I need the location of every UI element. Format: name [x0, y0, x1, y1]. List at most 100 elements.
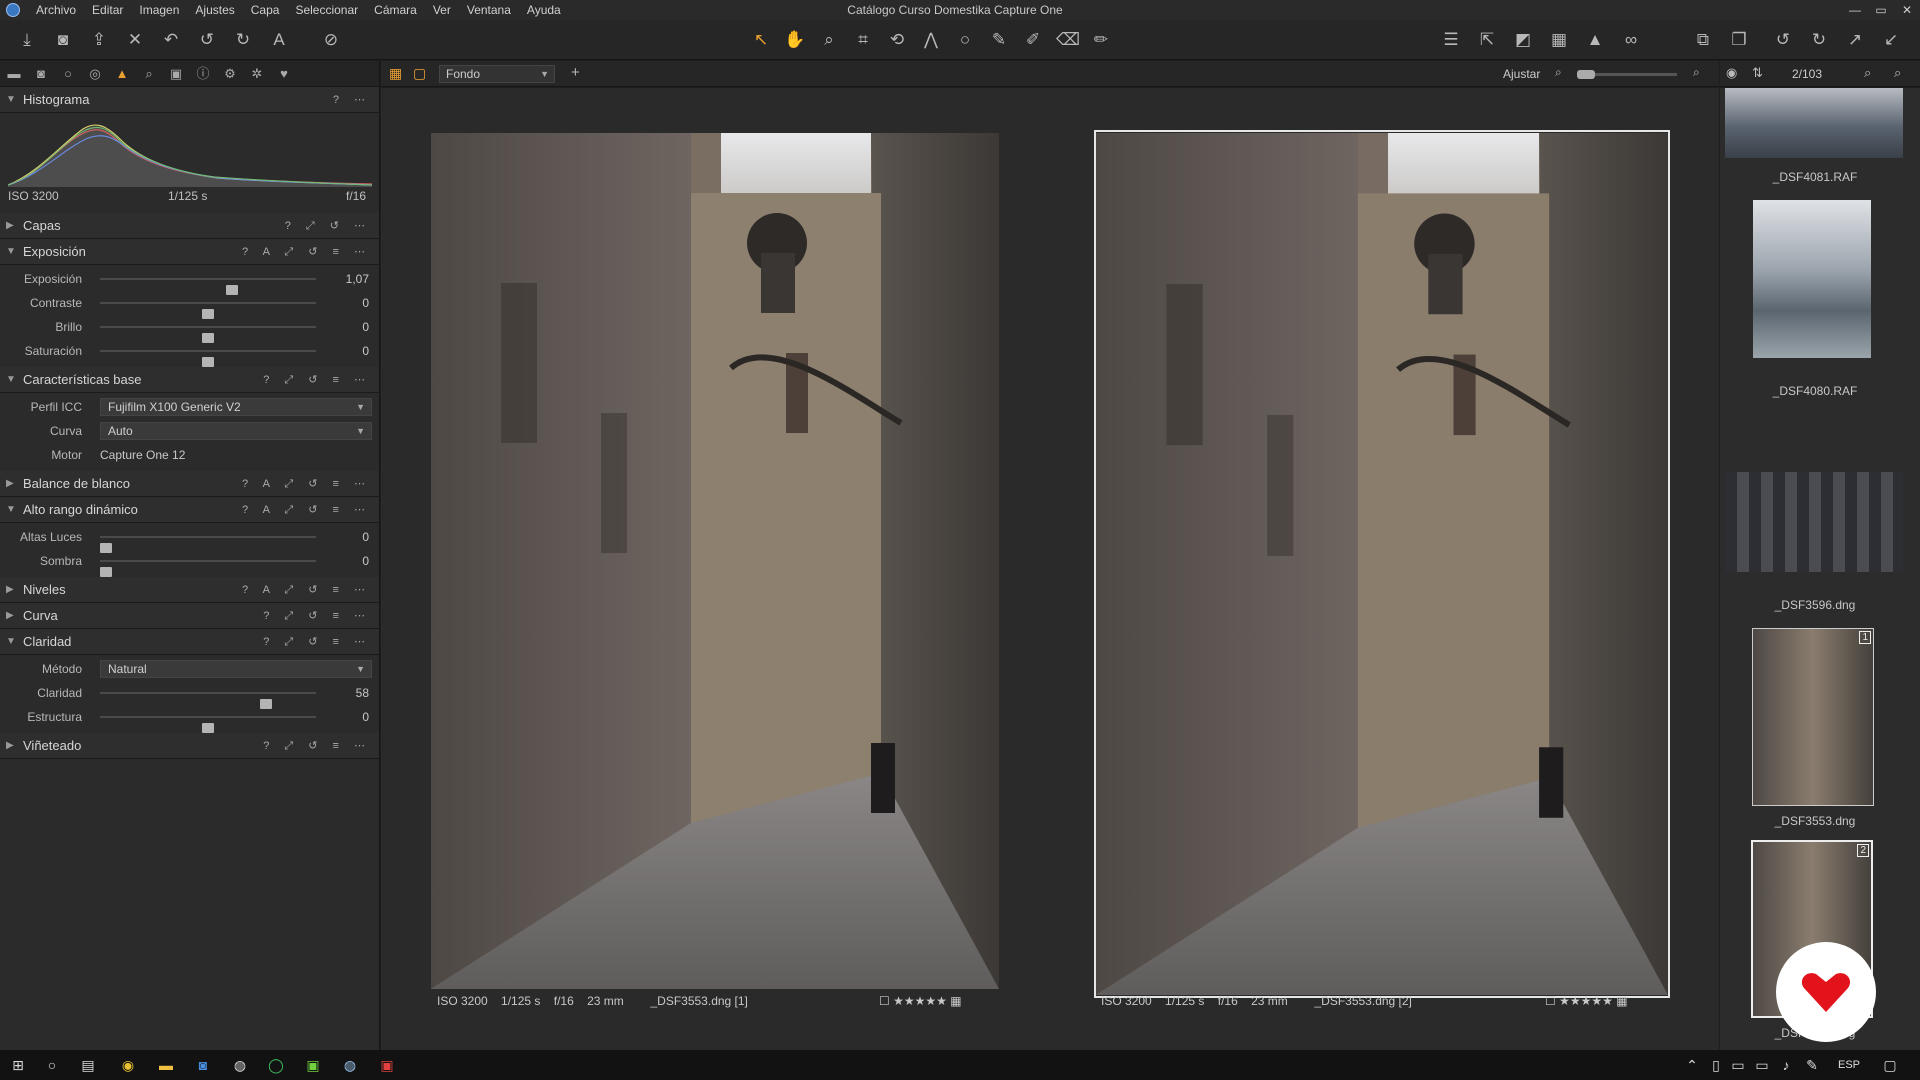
- stack-icon[interactable]: ❐: [1728, 29, 1750, 51]
- slider-track[interactable]: [100, 302, 316, 319]
- keystone-icon[interactable]: ⋀: [920, 29, 942, 51]
- menu-seleccionar[interactable]: Seleccionar: [287, 0, 366, 20]
- slider-value[interactable]: 0: [362, 291, 369, 315]
- rotate-right-icon[interactable]: ↻: [1808, 29, 1830, 51]
- section-curva[interactable]: ▶ Curva ? ⤢ ↺ ≡ ⋯: [0, 603, 379, 629]
- menu-ajustes[interactable]: Ajustes: [187, 0, 242, 20]
- tray-volume-icon[interactable]: ♪: [1776, 1055, 1796, 1075]
- section-alto-rango[interactable]: ▼ Alto rango dinámico ? A ⤢ ↺ ≡ ⋯: [0, 497, 379, 523]
- zoom-knob[interactable]: [1577, 70, 1595, 79]
- eraser-icon[interactable]: ⌫: [1056, 29, 1080, 51]
- section-actions[interactable]: ? A ⤢ ↺ ≡ ⋯: [242, 239, 371, 265]
- app-green-icon[interactable]: ▣: [303, 1055, 323, 1075]
- rating-stars-2[interactable]: ☐ ★★★★★ ▦: [1545, 991, 1628, 1011]
- section-vineteado[interactable]: ▶ Viñeteado ? ⤢ ↺ ≡ ⋯: [0, 733, 379, 759]
- slider-track[interactable]: [100, 350, 316, 367]
- slider-track[interactable]: [100, 692, 316, 709]
- menu-capa[interactable]: Capa: [243, 0, 288, 20]
- metadata-tab-icon[interactable]: ▣: [167, 65, 185, 83]
- app-icon[interactable]: ◙: [193, 1055, 213, 1075]
- tray-up-icon[interactable]: ⌃: [1682, 1055, 1702, 1075]
- proof-icon[interactable]: ◩: [1512, 29, 1534, 51]
- heart-icon[interactable]: ♥: [275, 65, 293, 83]
- rotate-left-icon[interactable]: ↺: [1772, 29, 1794, 51]
- slider-knob[interactable]: [202, 723, 214, 733]
- zoom-in-icon[interactable]: ⌕: [1693, 65, 1700, 80]
- section-actions[interactable]: ? A ⤢ ↺ ≡ ⋯: [242, 497, 371, 523]
- styles-tab-icon[interactable]: ✲: [248, 65, 266, 83]
- warning-icon[interactable]: ▲: [1584, 29, 1606, 51]
- zoom-slider[interactable]: [1577, 70, 1677, 79]
- exposure-tab-icon[interactable]: ▲: [113, 65, 131, 83]
- menu-ayuda[interactable]: Ayuda: [519, 0, 569, 20]
- add-icon[interactable]: +: [571, 64, 580, 81]
- section-actions[interactable]: ? ⤢ ↺ ≡ ⋯: [263, 733, 371, 759]
- hand-pan-icon[interactable]: ✋: [784, 29, 806, 51]
- cortana-icon[interactable]: ○: [42, 1055, 62, 1075]
- menu-archivo[interactable]: Archivo: [28, 0, 84, 20]
- rotate-icon[interactable]: ⟲: [886, 29, 908, 51]
- thumb-image[interactable]: [1725, 88, 1903, 158]
- section-actions[interactable]: ? ⋯: [333, 87, 371, 113]
- menu-ventana[interactable]: Ventana: [459, 0, 519, 20]
- slider-value[interactable]: 0: [362, 525, 369, 549]
- camera-icon[interactable]: ◙: [52, 29, 74, 51]
- windows-start-icon[interactable]: ⊞: [8, 1055, 28, 1075]
- spot-icon[interactable]: ○: [954, 29, 976, 51]
- capture-one-icon[interactable]: ◍: [230, 1055, 250, 1075]
- filter-icon[interactable]: ⌕: [1864, 65, 1871, 81]
- tray-pen-icon[interactable]: ✎: [1802, 1055, 1822, 1075]
- notifications-icon[interactable]: ▢: [1880, 1055, 1900, 1075]
- import-icon[interactable]: ⤓: [16, 29, 38, 51]
- section-actions[interactable]: ? A ⤢ ↺ ≡ ⋯: [242, 471, 371, 497]
- section-actions[interactable]: ? ⤢ ↺ ≡ ⋯: [263, 629, 371, 655]
- zoom-out-icon[interactable]: ⌕: [1555, 65, 1562, 80]
- maximize-button[interactable]: ▭: [1868, 0, 1894, 20]
- section-niveles[interactable]: ▶ Niveles ? A ⤢ ↺ ≡ ⋯: [0, 577, 379, 603]
- menu-editar[interactable]: Editar: [84, 0, 131, 20]
- section-actions[interactable]: ? A ⤢ ↺ ≡ ⋯: [242, 577, 371, 603]
- delete-icon[interactable]: ✕: [124, 29, 146, 51]
- section-actions[interactable]: ? ⤢ ↺ ≡ ⋯: [263, 603, 371, 629]
- slider-track[interactable]: [100, 326, 316, 343]
- grid-view-icon[interactable]: ▦: [389, 65, 402, 82]
- slider-value[interactable]: 1,07: [346, 267, 369, 291]
- gradient-icon[interactable]: ✏: [1090, 29, 1112, 51]
- loupe-icon[interactable]: ⌕: [818, 29, 840, 51]
- capture-tab-camera-icon[interactable]: ◙: [32, 65, 50, 83]
- section-actions[interactable]: ? ⤢ ↺ ≡ ⋯: [263, 367, 371, 393]
- details-tab-icon[interactable]: ⌕: [140, 65, 158, 83]
- language-indicator[interactable]: ESP: [1834, 1055, 1864, 1075]
- thumb-image[interactable]: 1: [1752, 628, 1874, 806]
- gear-icon[interactable]: ⚙: [221, 65, 239, 83]
- single-view-icon[interactable]: ▢: [413, 65, 426, 82]
- export-icon[interactable]: ⇪: [88, 29, 110, 51]
- sort-icon[interactable]: ⇅: [1752, 65, 1763, 81]
- section-actions[interactable]: ? ⤢ ↺ ⋯: [285, 213, 371, 239]
- photo-variant-2[interactable]: [1094, 130, 1670, 998]
- select-cursor-icon[interactable]: ↖: [750, 29, 772, 51]
- layout-icon[interactable]: ☰: [1440, 29, 1462, 51]
- menu-camara[interactable]: Cámara: [366, 0, 425, 20]
- menu-imagen[interactable]: Imagen: [131, 0, 187, 20]
- photo-variant-1[interactable]: [431, 133, 999, 989]
- text-icon[interactable]: A: [268, 29, 290, 51]
- tray-usb-icon[interactable]: ▯: [1706, 1055, 1726, 1075]
- info-tab-icon[interactable]: ⓘ: [194, 65, 212, 83]
- section-exposicion[interactable]: ▼ Exposición ? A ⤢ ↺ ≡ ⋯: [0, 239, 379, 265]
- glasses-icon[interactable]: ∞: [1620, 29, 1642, 51]
- fit-label[interactable]: Ajustar: [1503, 67, 1540, 81]
- menu-ver[interactable]: Ver: [425, 0, 459, 20]
- library-tab-folder-icon[interactable]: ▬: [5, 65, 23, 83]
- slider-value[interactable]: 0: [362, 315, 369, 339]
- close-button[interactable]: ✕: [1894, 0, 1920, 20]
- slider-knob[interactable]: [202, 357, 214, 367]
- slider-track[interactable]: [100, 560, 316, 577]
- section-claridad[interactable]: ▼ Claridad ? ⤢ ↺ ≡ ⋯: [0, 629, 379, 655]
- pen-icon[interactable]: ✐: [1022, 29, 1044, 51]
- export-share-icon[interactable]: ⇱: [1476, 29, 1498, 51]
- minimize-button[interactable]: —: [1842, 0, 1868, 20]
- task-view-icon[interactable]: ▤: [78, 1055, 98, 1075]
- chrome-icon[interactable]: ◉: [118, 1055, 138, 1075]
- eye-icon[interactable]: ◉: [1726, 65, 1737, 81]
